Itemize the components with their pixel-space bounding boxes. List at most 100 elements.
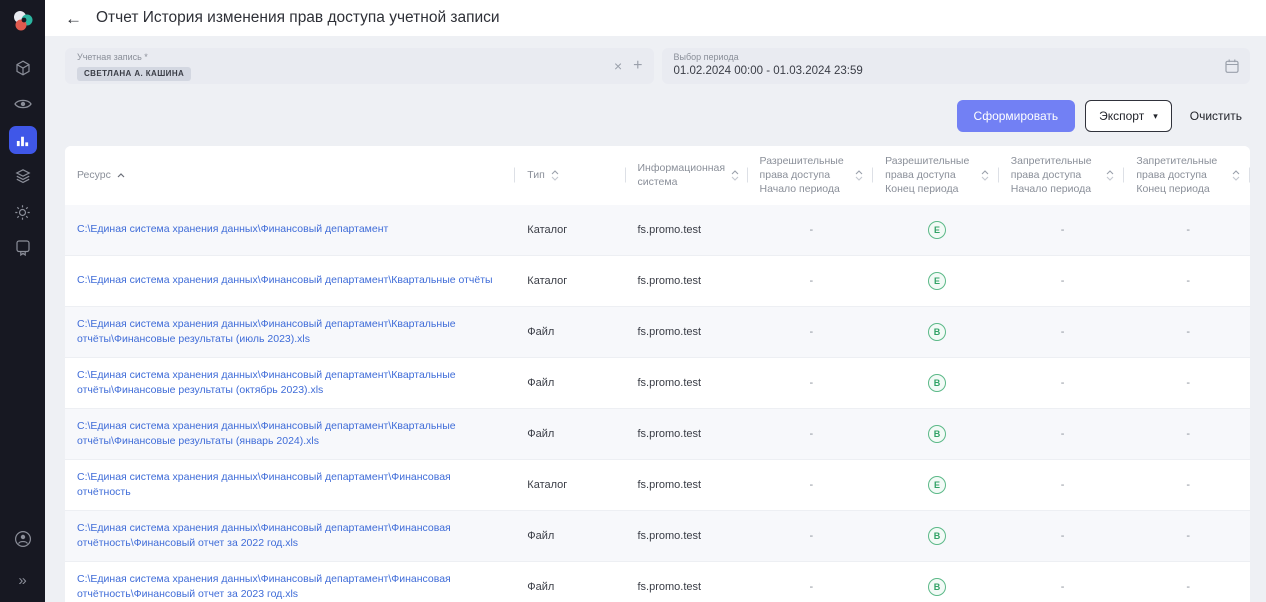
- resource-link[interactable]: C:\Единая система хранения данных\Финанс…: [77, 223, 388, 235]
- report-table: Ресурс Тип Информационная система Разрешите…: [65, 146, 1250, 602]
- resource-cell: C:\Единая система хранения данных\Финанс…: [65, 562, 515, 602]
- resource-cell: C:\Единая система хранения данных\Финанс…: [65, 511, 515, 562]
- period-field-label: Выбор периода: [674, 52, 1239, 63]
- permission-cell: В: [873, 562, 999, 602]
- resource-cell: C:\Единая система хранения данных\Финанс…: [65, 358, 515, 409]
- permission-cell: -: [748, 205, 874, 256]
- permission-cell: В: [873, 307, 999, 358]
- table-body: C:\Единая система хранения данных\Финанс…: [65, 205, 1250, 602]
- permission-badge: В: [928, 323, 946, 341]
- account-field-label: Учетная запись *: [77, 52, 642, 63]
- system-cell: fs.promo.test: [626, 511, 748, 562]
- account-field[interactable]: Учетная запись * СВЕТЛАНА А. КАШИНА × +: [65, 48, 654, 84]
- sidebar-item-layers[interactable]: [9, 162, 37, 190]
- app-logo[interactable]: [10, 8, 36, 34]
- table-row: C:\Единая система хранения данных\Финанс…: [65, 307, 1250, 358]
- generate-report-button[interactable]: Сформировать: [957, 100, 1076, 132]
- sidebar-bottom: »: [9, 521, 37, 592]
- sort-toggle-icon: [1232, 170, 1240, 181]
- permission-badge: В: [928, 578, 946, 596]
- system-cell: fs.promo.test: [626, 358, 748, 409]
- bar-chart-icon: [15, 133, 30, 148]
- export-button-label: Экспорт: [1099, 109, 1144, 123]
- sidebar-collapse-button[interactable]: »: [14, 569, 30, 592]
- permission-badge: Е: [928, 221, 946, 239]
- page-title: Отчет История изменения прав доступа уче…: [96, 9, 500, 27]
- column-header-1[interactable]: Ресурс: [65, 146, 515, 205]
- report-table-card: Ресурс Тип Информационная система Разрешите…: [65, 146, 1250, 602]
- column-header-7[interactable]: Запретительные права доступаКонец период…: [1124, 146, 1250, 205]
- cube-icon: [15, 60, 31, 76]
- sort-toggle-icon: [1106, 170, 1114, 181]
- permission-cell: -: [1124, 409, 1250, 460]
- certificate-icon: [16, 240, 30, 256]
- resource-link[interactable]: C:\Единая система хранения данных\Финанс…: [77, 573, 451, 600]
- permission-cell: -: [748, 511, 874, 562]
- export-button[interactable]: Экспорт ▾: [1085, 100, 1172, 132]
- clear-button[interactable]: Очистить: [1182, 101, 1250, 131]
- logo-icon: [10, 8, 36, 34]
- sidebar: »: [0, 0, 45, 602]
- sidebar-item-policies[interactable]: [9, 234, 37, 262]
- system-cell: fs.promo.test: [626, 460, 748, 511]
- column-header-label: Разрешительные права доступаКонец период…: [885, 154, 975, 197]
- sidebar-item-account[interactable]: [9, 525, 37, 553]
- resource-link[interactable]: C:\Единая система хранения данных\Финанс…: [77, 369, 456, 396]
- permission-cell: В: [873, 409, 999, 460]
- add-account-icon[interactable]: +: [633, 58, 642, 74]
- resource-link[interactable]: C:\Единая система хранения данных\Финанс…: [77, 274, 493, 286]
- sidebar-item-assets[interactable]: [9, 54, 37, 82]
- permission-cell: -: [748, 307, 874, 358]
- system-cell: fs.promo.test: [626, 409, 748, 460]
- permission-cell: -: [1124, 460, 1250, 511]
- sort-toggle-icon: [855, 170, 863, 181]
- clear-account-icon[interactable]: ×: [614, 59, 622, 73]
- sidebar-item-settings[interactable]: [9, 198, 37, 226]
- resource-link[interactable]: C:\Единая система хранения данных\Финанс…: [77, 420, 456, 447]
- table-row: C:\Единая система хранения данных\Финанс…: [65, 409, 1250, 460]
- period-field[interactable]: Выбор периода 01.02.2024 00:00 - 01.03.2…: [662, 48, 1251, 84]
- column-header-label: Запретительные права доступаКонец период…: [1136, 154, 1226, 197]
- resource-link[interactable]: C:\Единая система хранения данных\Финанс…: [77, 471, 451, 498]
- resource-link[interactable]: C:\Единая система хранения данных\Финанс…: [77, 318, 456, 345]
- permission-cell: -: [748, 460, 874, 511]
- permission-cell: -: [999, 409, 1125, 460]
- permission-cell: -: [1124, 562, 1250, 602]
- type-cell: Каталог: [515, 205, 625, 256]
- permission-cell: Е: [873, 256, 999, 307]
- permission-badge: Е: [928, 476, 946, 494]
- system-cell: fs.promo.test: [626, 562, 748, 602]
- resource-cell: C:\Единая система хранения данных\Финанс…: [65, 460, 515, 511]
- sort-toggle-icon: [981, 170, 989, 181]
- column-header-5[interactable]: Разрешительные права доступаКонец период…: [873, 146, 999, 205]
- permission-cell: -: [1124, 358, 1250, 409]
- back-button[interactable]: ←: [65, 10, 82, 27]
- permission-cell: -: [748, 256, 874, 307]
- layers-icon: [15, 168, 31, 184]
- permission-cell: -: [748, 358, 874, 409]
- column-header-2[interactable]: Тип: [515, 146, 625, 205]
- column-header-label: Тип: [527, 168, 545, 182]
- column-header-label: Разрешительные права доступаНачало перио…: [760, 154, 850, 197]
- column-header-label: Ресурс: [77, 168, 111, 182]
- sidebar-item-reports[interactable]: [9, 126, 37, 154]
- type-cell: Каталог: [515, 460, 625, 511]
- system-cell: fs.promo.test: [626, 307, 748, 358]
- permission-cell: -: [999, 460, 1125, 511]
- calendar-icon[interactable]: [1225, 59, 1239, 74]
- type-cell: Файл: [515, 358, 625, 409]
- sidebar-item-monitoring[interactable]: [9, 90, 37, 118]
- sort-ascending-icon: [117, 173, 125, 178]
- permission-cell: -: [748, 409, 874, 460]
- resource-link[interactable]: C:\Единая система хранения данных\Финанс…: [77, 522, 451, 549]
- column-header-6[interactable]: Запретительные права доступаНачало перио…: [999, 146, 1125, 205]
- permission-cell: -: [1124, 511, 1250, 562]
- permission-cell: -: [999, 358, 1125, 409]
- permission-cell: Е: [873, 460, 999, 511]
- permission-cell: -: [1124, 256, 1250, 307]
- column-header-4[interactable]: Разрешительные права доступаНачало перио…: [748, 146, 874, 205]
- user-icon: [14, 530, 32, 548]
- table-row: C:\Единая система хранения данных\Финанс…: [65, 460, 1250, 511]
- column-header-3[interactable]: Информационная система: [626, 146, 748, 205]
- period-field-actions: [1225, 59, 1239, 74]
